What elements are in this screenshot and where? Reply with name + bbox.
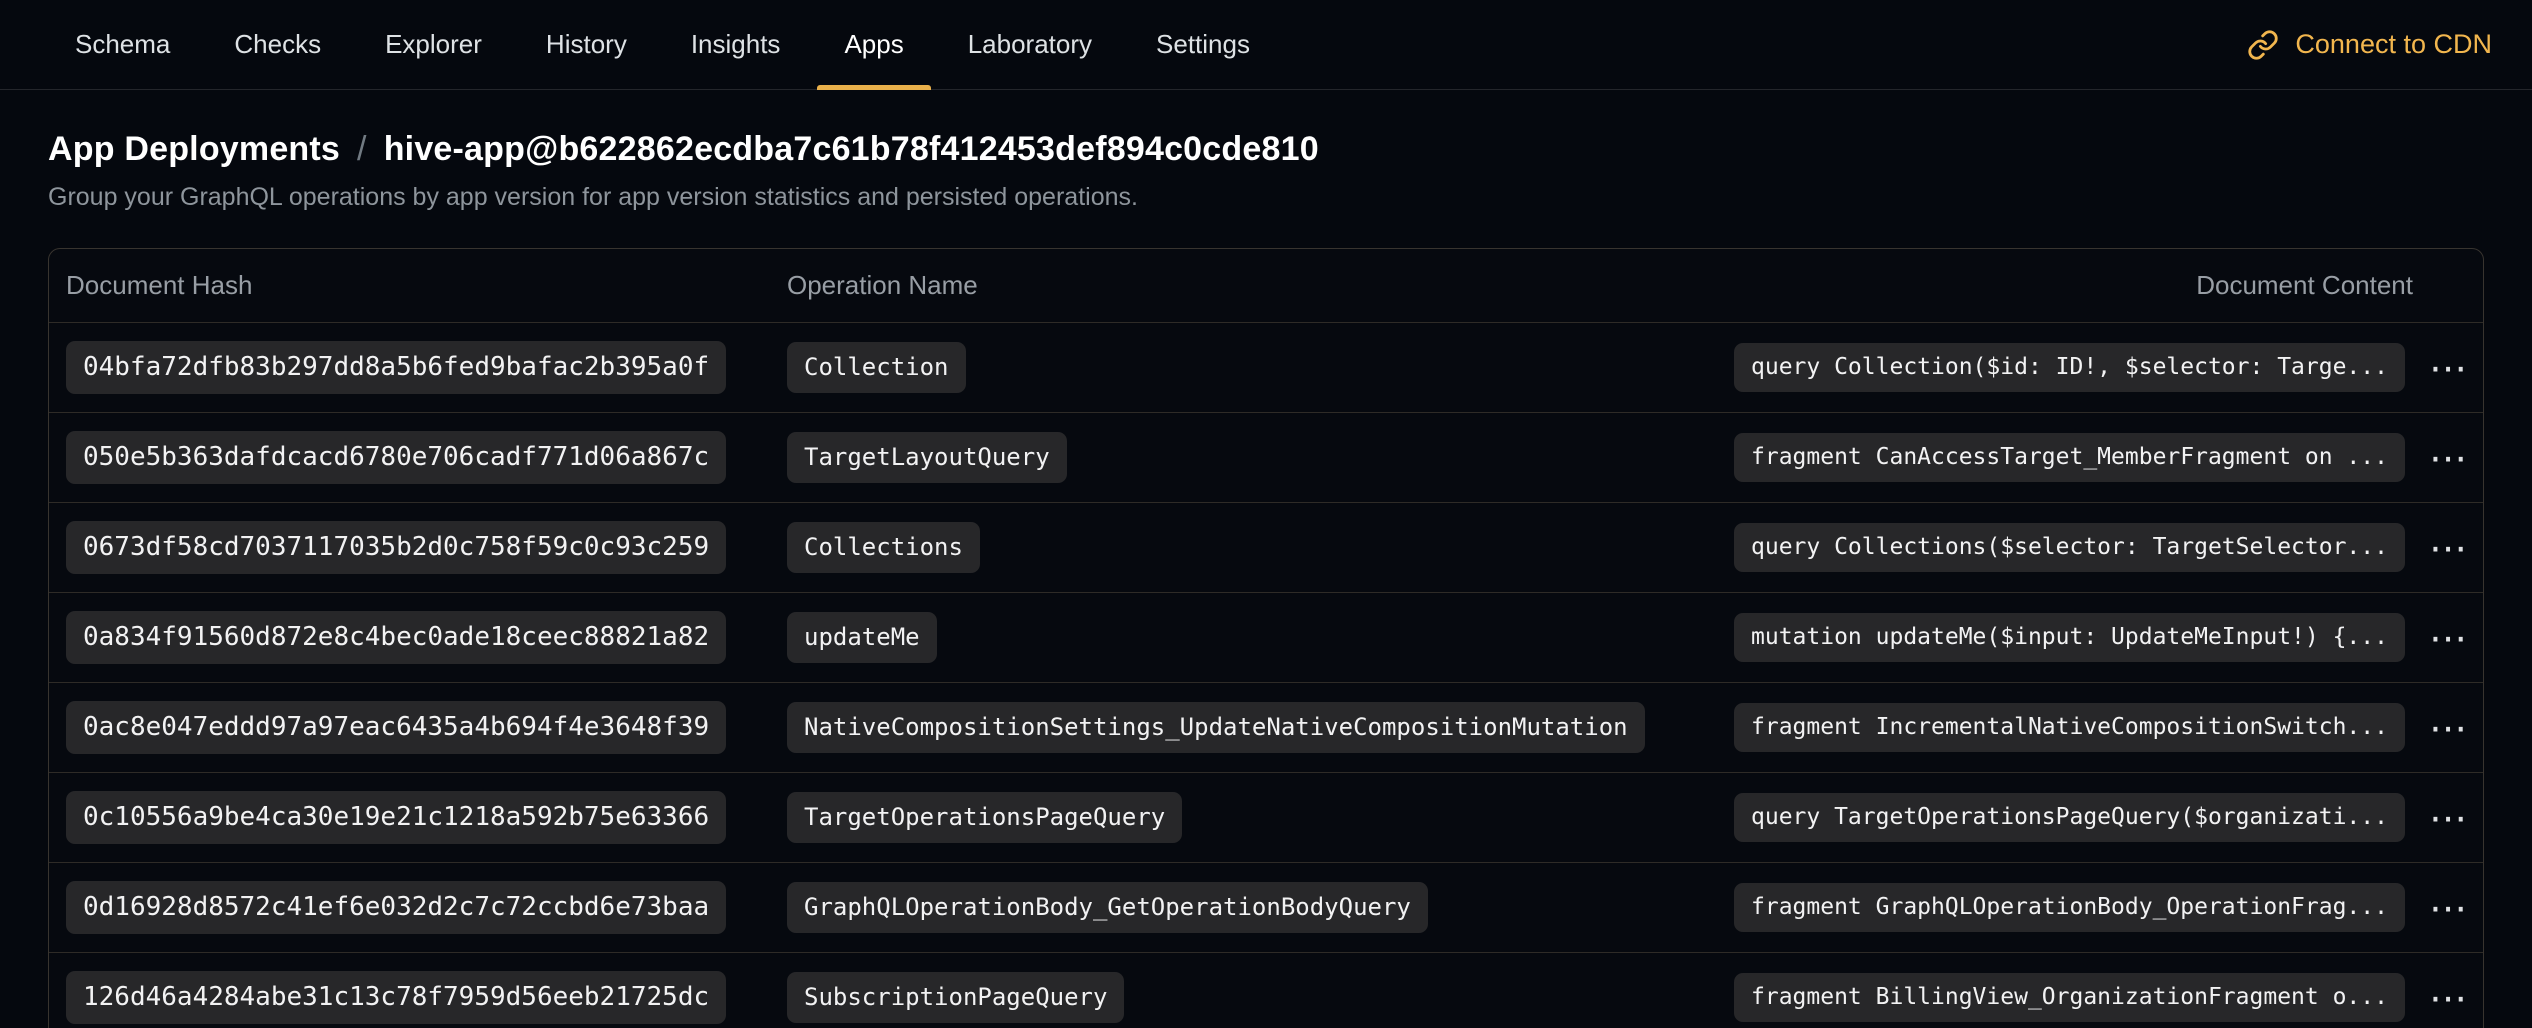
tab-schema[interactable]: Schema [48,0,197,89]
breadcrumb-root[interactable]: App Deployments [48,130,340,169]
tab-laboratory[interactable]: Laboratory [941,0,1119,89]
document-content-badge: fragment BillingView_OrganizationFragmen… [1734,973,2405,1023]
top-navigation: Schema Checks Explorer History Insights … [0,0,2532,90]
document-hash-badge: 126d46a4284abe31c13c78f7959d56eeb21725dc [66,971,726,1024]
document-content-badge: fragment CanAccessTarget_MemberFragment … [1734,433,2405,483]
operation-name-badge: NativeCompositionSettings_UpdateNativeCo… [787,702,1645,753]
page-subtitle: Group your GraphQL operations by app ver… [48,183,2484,212]
operation-name-badge: updateMe [787,612,937,663]
table-row: 0a834f91560d872e8c4bec0ade18ceec88821a82… [49,592,2483,682]
tab-checks[interactable]: Checks [207,0,348,89]
app-deployments-page: Schema Checks Explorer History Insights … [0,0,2532,1028]
row-menu-button[interactable]: ⋯ [2419,525,2477,571]
row-menu-button[interactable]: ⋯ [2419,885,2477,931]
breadcrumb: App Deployments / hive-app@b622862ecdba7… [48,130,2484,169]
main-content: App Deployments / hive-app@b622862ecdba7… [0,130,2532,1028]
tab-settings[interactable]: Settings [1129,0,1277,89]
breadcrumb-app-id: hive-app@b622862ecdba7c61b78f412453def89… [384,130,1319,169]
table-row: 0c10556a9be4ca30e19e21c1218a592b75e63366… [49,772,2483,862]
table-row: 0673df58cd7037117035b2d0c758f59c0c93c259… [49,502,2483,592]
table-row: 126d46a4284abe31c13c78f7959d56eeb21725dc… [49,952,2483,1028]
document-content-badge: fragment GraphQLOperationBody_OperationF… [1734,883,2405,933]
row-menu-button[interactable]: ⋯ [2419,615,2477,661]
column-header-document-hash: Document Hash [66,270,787,301]
document-content-badge: mutation updateMe($input: UpdateMeInput!… [1734,613,2405,663]
document-content-badge: query Collections($selector: TargetSelec… [1734,523,2405,573]
breadcrumb-separator: / [357,130,367,169]
document-hash-badge: 0ac8e047eddd97a97eac6435a4b694f4e3648f39 [66,701,726,754]
document-hash-badge: 0c10556a9be4ca30e19e21c1218a592b75e63366 [66,791,726,844]
document-content-badge: query TargetOperationsPageQuery($organiz… [1734,793,2405,843]
table-header-row: Document Hash Operation Name Document Co… [49,249,2483,322]
row-menu-button[interactable]: ⋯ [2419,795,2477,841]
tab-apps[interactable]: Apps [817,0,930,89]
app-deployments-table: Document Hash Operation Name Document Co… [48,248,2484,1028]
document-hash-badge: 0a834f91560d872e8c4bec0ade18ceec88821a82 [66,611,726,664]
link-icon [2247,29,2279,61]
operation-name-badge: SubscriptionPageQuery [787,972,1124,1023]
document-content-badge: query Collection($id: ID!, $selector: Ta… [1734,343,2405,393]
document-hash-badge: 04bfa72dfb83b297dd8a5b6fed9bafac2b395a0f [66,341,726,394]
operation-name-badge: GraphQLOperationBody_GetOperationBodyQue… [787,882,1428,933]
document-hash-badge: 050e5b363dafdcacd6780e706cadf771d06a867c [66,431,726,484]
table-row: 04bfa72dfb83b297dd8a5b6fed9bafac2b395a0f… [49,322,2483,412]
column-header-document-content: Document Content [1734,270,2413,301]
tab-history[interactable]: History [519,0,654,89]
table-row: 0d16928d8572c41ef6e032d2c7c72ccbd6e73baa… [49,862,2483,952]
document-content-badge: fragment IncrementalNativeCompositionSwi… [1734,703,2405,753]
connect-to-cdn-label: Connect to CDN [2295,29,2492,60]
row-menu-button[interactable]: ⋯ [2419,705,2477,751]
tab-explorer[interactable]: Explorer [358,0,509,89]
row-menu-button[interactable]: ⋯ [2419,435,2477,481]
connect-to-cdn-button[interactable]: Connect to CDN [2247,0,2492,89]
column-header-operation-name: Operation Name [787,270,1734,301]
table-row: 0ac8e047eddd97a97eac6435a4b694f4e3648f39… [49,682,2483,772]
row-menu-button[interactable]: ⋯ [2419,975,2477,1021]
operation-name-badge: TargetLayoutQuery [787,432,1067,483]
operation-name-badge: Collections [787,522,980,573]
operation-name-badge: TargetOperationsPageQuery [787,792,1182,843]
document-hash-badge: 0d16928d8572c41ef6e032d2c7c72ccbd6e73baa [66,881,726,934]
operation-name-badge: Collection [787,342,966,393]
document-hash-badge: 0673df58cd7037117035b2d0c758f59c0c93c259 [66,521,726,574]
tab-insights[interactable]: Insights [664,0,808,89]
row-menu-button[interactable]: ⋯ [2419,345,2477,391]
target-tabs: Schema Checks Explorer History Insights … [48,0,1277,89]
table-row: 050e5b363dafdcacd6780e706cadf771d06a867c… [49,412,2483,502]
